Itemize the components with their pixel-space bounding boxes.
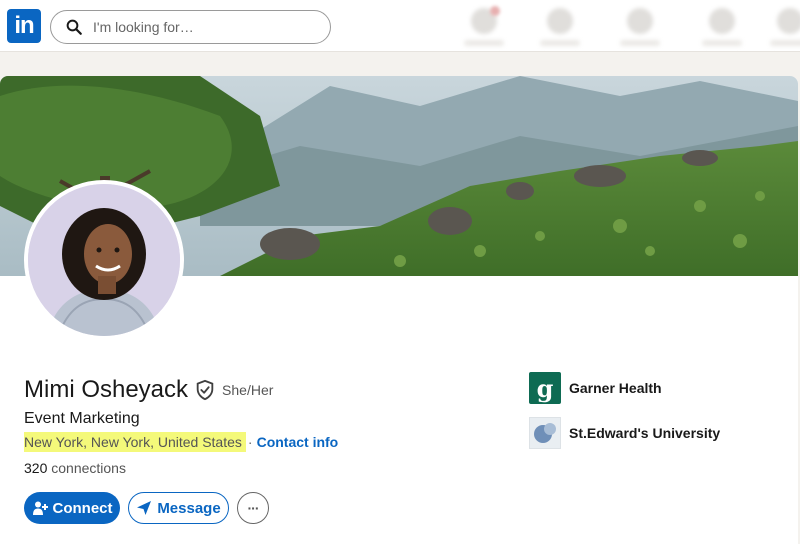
verified-shield-icon[interactable] xyxy=(194,379,216,401)
message-button[interactable]: Message xyxy=(128,492,229,524)
notification-badge xyxy=(490,6,500,16)
connections-number: 320 xyxy=(24,460,48,476)
contact-info-link[interactable]: Contact info xyxy=(257,434,339,450)
connections-count[interactable]: 320 connections xyxy=(24,460,126,476)
profile-photo[interactable] xyxy=(24,180,184,340)
connect-button[interactable]: Connect xyxy=(24,492,120,524)
experience-item-st-edwards[interactable]: St.Edward's University xyxy=(529,417,720,449)
more-actions-button[interactable]: ··· xyxy=(237,492,269,524)
garner-health-logo: g xyxy=(529,372,561,404)
add-person-icon xyxy=(32,501,48,515)
more-label: ··· xyxy=(247,500,260,516)
school-logo-icon xyxy=(534,423,556,443)
search-bar[interactable] xyxy=(50,10,331,44)
st-edwards-university-logo xyxy=(529,417,561,449)
person-avatar-icon xyxy=(28,184,180,336)
profile-location: New York, New York, United States xyxy=(24,432,246,452)
school-name: St.Edward's University xyxy=(569,425,721,441)
nav-item-blurred[interactable] xyxy=(456,2,512,48)
name-row: Mimi Osheyack She/Her xyxy=(24,376,273,404)
profile-card: Mimi Osheyack She/Her Event Marketing Ne… xyxy=(0,76,798,544)
pronouns: She/Her xyxy=(222,382,274,398)
nav-item-blurred[interactable] xyxy=(694,2,750,48)
profile-name: Mimi Osheyack xyxy=(24,376,189,403)
message-label: Message xyxy=(157,499,221,517)
connections-label: connections xyxy=(47,460,126,476)
location-row: New York, New York, United States · Cont… xyxy=(24,432,338,452)
company-name: Garner Health xyxy=(569,380,662,396)
profile-headline: Event Marketing xyxy=(24,410,140,427)
linkedin-logo[interactable]: in xyxy=(7,9,41,43)
search-input[interactable] xyxy=(93,19,293,35)
separator-dot: · xyxy=(247,434,253,450)
nav-item-blurred[interactable] xyxy=(532,2,588,48)
nav-item-blurred[interactable] xyxy=(762,2,800,48)
experience-item-garner-health[interactable]: g Garner Health xyxy=(529,372,662,404)
search-icon xyxy=(66,19,82,35)
top-nav: in xyxy=(0,0,800,52)
send-icon xyxy=(137,501,152,515)
connect-label: Connect xyxy=(52,499,113,517)
nav-item-blurred[interactable] xyxy=(612,2,668,48)
